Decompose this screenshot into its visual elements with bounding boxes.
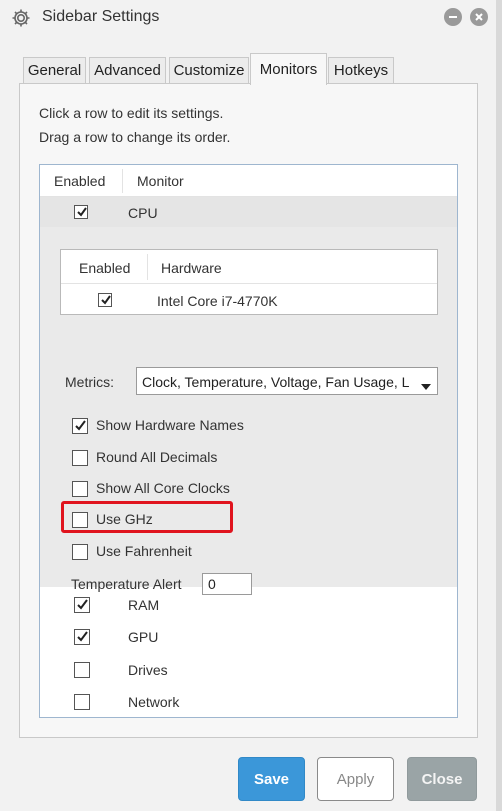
minimize-icon[interactable] — [444, 8, 462, 26]
title-bar: Sidebar Settings — [0, 0, 496, 36]
close-icon[interactable] — [470, 8, 488, 26]
table-row[interactable]: Intel Core i7-4770K — [61, 284, 437, 314]
hardware-table: Enabled Hardware Intel Core i7-4770K — [60, 249, 438, 315]
list-header: Enabled Monitor — [40, 165, 457, 197]
tab-customize[interactable]: Customize — [169, 57, 249, 83]
show-all-core-clocks-checkbox[interactable] — [72, 481, 88, 497]
round-all-decimals-checkbox[interactable] — [72, 450, 88, 466]
temperature-alert-value: 0 — [208, 576, 216, 592]
hw-header-divider — [147, 254, 148, 280]
metrics-dropdown[interactable]: Clock, Temperature, Voltage, Fan Usage, … — [136, 367, 438, 395]
tab-advanced[interactable]: Advanced — [89, 57, 166, 83]
ram-enabled-checkbox[interactable] — [74, 597, 90, 613]
save-button[interactable]: Save — [238, 757, 305, 801]
hardware-name: Intel Core i7-4770K — [157, 293, 278, 309]
metrics-label: Metrics: — [65, 374, 114, 390]
cpu-enabled-checkbox[interactable] — [74, 205, 88, 219]
tab-label: Advanced — [94, 62, 161, 79]
settings-window: Sidebar Settings General Advanced Custom… — [0, 0, 502, 811]
drives-label: Drives — [128, 662, 168, 678]
monitor-list[interactable]: Enabled Monitor CPU Enabled Hardware Int… — [39, 164, 458, 718]
tab-label: Hotkeys — [333, 62, 389, 79]
header-monitor[interactable]: Monitor — [137, 173, 184, 189]
network-enabled-checkbox[interactable] — [74, 694, 90, 710]
header-divider — [122, 169, 123, 193]
gpu-label: GPU — [128, 629, 159, 645]
show-hardware-names-checkbox[interactable] — [72, 418, 88, 434]
network-label: Network — [128, 694, 180, 710]
tab-hotkeys[interactable]: Hotkeys — [328, 57, 394, 83]
tab-general[interactable]: General — [23, 57, 86, 83]
hw-header-enabled[interactable]: Enabled — [79, 260, 130, 276]
tab-label: General — [27, 62, 82, 79]
help-text-edit: Click a row to edit its settings. — [39, 105, 224, 121]
list-item-cpu[interactable]: CPU — [40, 197, 457, 227]
header-enabled[interactable]: Enabled — [54, 173, 105, 189]
close-button[interactable]: Close — [407, 757, 477, 801]
option-label: Show Hardware Names — [96, 417, 244, 433]
option-label: Show All Core Clocks — [96, 480, 230, 496]
drives-enabled-checkbox[interactable] — [74, 662, 90, 678]
apply-button[interactable]: Apply — [317, 757, 394, 801]
list-item-ram[interactable]: RAM — [40, 591, 457, 621]
list-item-network[interactable]: Network — [40, 688, 457, 718]
tab-label: Customize — [173, 62, 245, 79]
window-title: Sidebar Settings — [42, 8, 160, 25]
hardware-enabled-checkbox[interactable] — [98, 293, 112, 307]
cpu-label: CPU — [128, 205, 158, 221]
help-text-order: Drag a row to change its order. — [39, 129, 231, 145]
highlight-box — [61, 501, 233, 533]
list-item-gpu[interactable]: GPU — [40, 623, 457, 653]
use-fahrenheit-checkbox[interactable] — [72, 544, 88, 560]
metrics-selected-value: Clock, Temperature, Voltage, Fan Usage, … — [142, 374, 410, 390]
chevron-down-icon — [421, 378, 431, 394]
option-label: Use Fahrenheit — [96, 543, 192, 559]
temperature-alert-label: Temperature Alert — [71, 576, 182, 592]
option-label: Round All Decimals — [96, 449, 218, 465]
list-item-drives[interactable]: Drives — [40, 656, 457, 686]
hw-header-hardware[interactable]: Hardware — [161, 260, 222, 276]
gpu-enabled-checkbox[interactable] — [74, 629, 90, 645]
hardware-table-header: Enabled Hardware — [61, 250, 437, 284]
tab-label: Monitors — [259, 61, 318, 78]
window-edge — [496, 0, 502, 811]
ram-label: RAM — [128, 597, 160, 613]
tab-monitors[interactable]: Monitors — [250, 53, 327, 85]
gear-icon — [11, 8, 31, 28]
